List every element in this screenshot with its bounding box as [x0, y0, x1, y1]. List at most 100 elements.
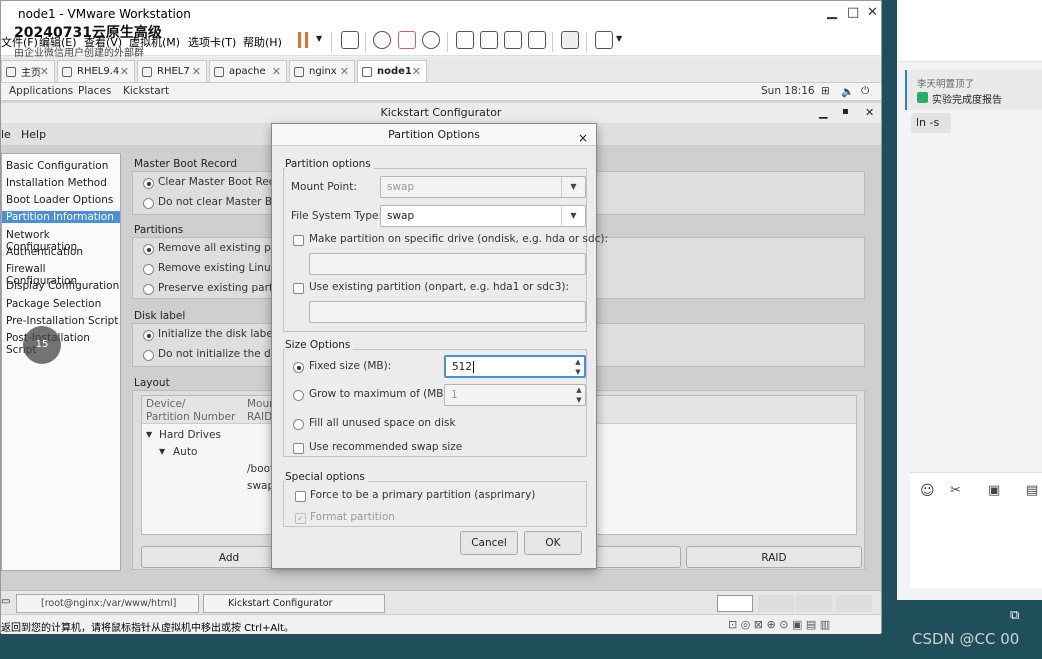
nav-display[interactable]: Display Configuration — [6, 280, 120, 292]
revert-snapshot-icon[interactable] — [398, 31, 416, 49]
stepper-icon[interactable]: ▲ ▼ — [573, 385, 585, 405]
onpart-checkbox[interactable] — [293, 283, 304, 294]
remove-all-radio[interactable] — [143, 244, 154, 255]
hard-drives-node[interactable]: Hard Drives — [159, 429, 221, 441]
stepper-icon[interactable]: ▲ ▼ — [572, 357, 584, 376]
chevron-down-icon[interactable]: ▼ — [616, 34, 622, 43]
app-menu[interactable]: Kickstart — [123, 85, 169, 97]
fixed-size-radio[interactable] — [293, 362, 304, 373]
ondisk-checkbox[interactable] — [293, 235, 304, 246]
tab-node1[interactable]: node1 ✕ — [357, 60, 427, 82]
pinned-message[interactable]: 李天明置顶了 实验完成度报告 — [905, 70, 1042, 110]
fs-type-select[interactable]: swap ▼ — [380, 205, 586, 227]
chevron-down-icon[interactable]: ▼ — [561, 206, 585, 226]
file-icon[interactable]: ▤ — [1026, 483, 1038, 498]
mbr-clear-radio[interactable] — [143, 178, 154, 189]
expand-icon[interactable]: ▼ — [146, 430, 152, 439]
format-checkbox[interactable]: ✓ — [295, 513, 306, 524]
network-icon[interactable]: ⊞ — [821, 85, 830, 97]
pinned-doc[interactable]: 实验完成度报告 — [932, 91, 1002, 106]
init-disk-radio[interactable] — [143, 330, 154, 341]
window-switch-icon[interactable]: ⧉ — [1010, 608, 1019, 623]
nav-partition-info[interactable]: Partition Information — [2, 211, 120, 223]
workspace-1[interactable] — [717, 595, 753, 612]
workspace-2[interactable] — [758, 595, 794, 612]
snapshot-manager-icon[interactable] — [422, 31, 440, 49]
ks-menu-help[interactable]: Help — [21, 128, 46, 141]
close-icon[interactable]: ✕ — [412, 65, 421, 78]
ok-button[interactable]: OK — [524, 531, 582, 555]
sidebar-toggle-icon[interactable] — [456, 31, 474, 49]
auto-node[interactable]: Auto — [173, 446, 197, 458]
fullscreen-icon[interactable] — [504, 31, 522, 49]
mount-point-combo[interactable]: swap ▼ — [380, 176, 586, 198]
close-icon[interactable]: ✕ — [272, 65, 281, 78]
workspace-4[interactable] — [836, 595, 872, 612]
tab-home[interactable]: 主页 ✕ — [1, 60, 55, 82]
fill-radio[interactable] — [293, 419, 304, 430]
console-icon[interactable] — [561, 31, 579, 49]
device-icons[interactable]: ⊡ ◎ ⊠ ⊕ ⊙ ▣ ▤ ▥ — [728, 618, 830, 631]
volume-icon[interactable]: 🔈 — [841, 85, 854, 98]
clock[interactable]: Sun 18:16 — [761, 85, 815, 97]
onpart-input[interactable] — [309, 301, 586, 323]
dialog-close-button[interactable]: × — [578, 127, 588, 149]
close-icon[interactable]: ✕ — [120, 65, 129, 78]
expand-icon[interactable]: ▼ — [159, 447, 165, 456]
nav-packages[interactable]: Package Selection — [6, 298, 120, 310]
no-init-disk-radio[interactable] — [143, 350, 154, 361]
grow-radio[interactable] — [293, 390, 304, 401]
chevron-down-icon[interactable]: ▼ — [316, 34, 322, 43]
preserve-radio[interactable] — [143, 284, 154, 295]
task-terminal[interactable]: [root@nginx:/var/www/html] — [16, 594, 199, 613]
raid-button[interactable]: RAID — [686, 546, 862, 568]
asprimary-checkbox[interactable] — [295, 491, 306, 502]
nav-pre-script[interactable]: Pre-Installation Script — [6, 315, 120, 327]
menu-help[interactable]: 帮助(H) — [243, 34, 282, 50]
chevron-down-icon[interactable]: ▼ — [561, 177, 585, 197]
nav-bootloader[interactable]: Boot Loader Options — [6, 194, 120, 206]
applications-menu[interactable]: Applications — [9, 85, 73, 97]
compose-area[interactable]: ☺ ✂ ▣ ▤ — [910, 472, 1042, 588]
tab-rhel94[interactable]: RHEL9.4 ✕ — [57, 60, 135, 82]
tab-rhel7[interactable]: RHEL7 ✕ — [137, 60, 207, 82]
chat-message[interactable]: ln -s — [911, 113, 951, 133]
scissors-icon[interactable]: ✂ — [950, 483, 961, 498]
power-icon[interactable]: ⏻ — [861, 85, 869, 98]
minimize-button[interactable]: ▁ — [827, 5, 837, 20]
stretch-icon[interactable] — [595, 31, 613, 49]
ks-close-button[interactable]: ✕ — [865, 106, 874, 119]
thumbnail-icon[interactable] — [480, 31, 498, 49]
ks-minimize-button[interactable]: ▁ — [819, 106, 827, 119]
task-kickstart[interactable]: Kickstart Configurator — [203, 594, 385, 613]
show-desktop-icon[interactable]: ▭ — [1, 596, 10, 607]
unity-icon[interactable] — [528, 31, 546, 49]
close-icon[interactable]: ✕ — [40, 65, 49, 78]
close-button[interactable]: ✕ — [867, 5, 878, 20]
nav-basic-config[interactable]: Basic Configuration — [6, 160, 120, 172]
recommended-swap-checkbox[interactable] — [293, 443, 304, 454]
close-icon[interactable]: ✕ — [340, 65, 349, 78]
ks-menu-file[interactable]: le — [1, 128, 11, 141]
remove-linux-radio[interactable] — [143, 264, 154, 275]
emoji-icon[interactable]: ☺ — [920, 483, 935, 499]
image-icon[interactable]: ▣ — [988, 483, 1000, 498]
close-icon[interactable]: ✕ — [192, 65, 201, 78]
workspace-3[interactable] — [796, 595, 832, 612]
fixed-size-input[interactable]: 512 ▲ ▼ — [444, 355, 586, 378]
nav-authentication[interactable]: Authentication — [6, 246, 120, 258]
nav-install-method[interactable]: Installation Method — [6, 177, 120, 189]
grow-input[interactable]: 1 ▲ ▼ — [444, 384, 586, 406]
ondisk-input[interactable] — [309, 253, 586, 275]
snapshot-icon[interactable] — [373, 31, 391, 49]
places-menu[interactable]: Places — [78, 85, 111, 97]
send-keys-icon[interactable] — [341, 31, 359, 49]
tab-nginx[interactable]: nginx ✕ — [289, 60, 355, 82]
menu-tabs[interactable]: 选项卡(T) — [188, 34, 236, 50]
ks-maximize-button[interactable]: ▪ — [842, 106, 849, 117]
mbr-keep-radio[interactable] — [143, 198, 154, 209]
tab-apache[interactable]: apache ✕ — [209, 60, 287, 82]
pause-icon[interactable] — [298, 32, 308, 48]
maximize-button[interactable]: □ — [847, 5, 859, 20]
cancel-button[interactable]: Cancel — [460, 531, 518, 555]
